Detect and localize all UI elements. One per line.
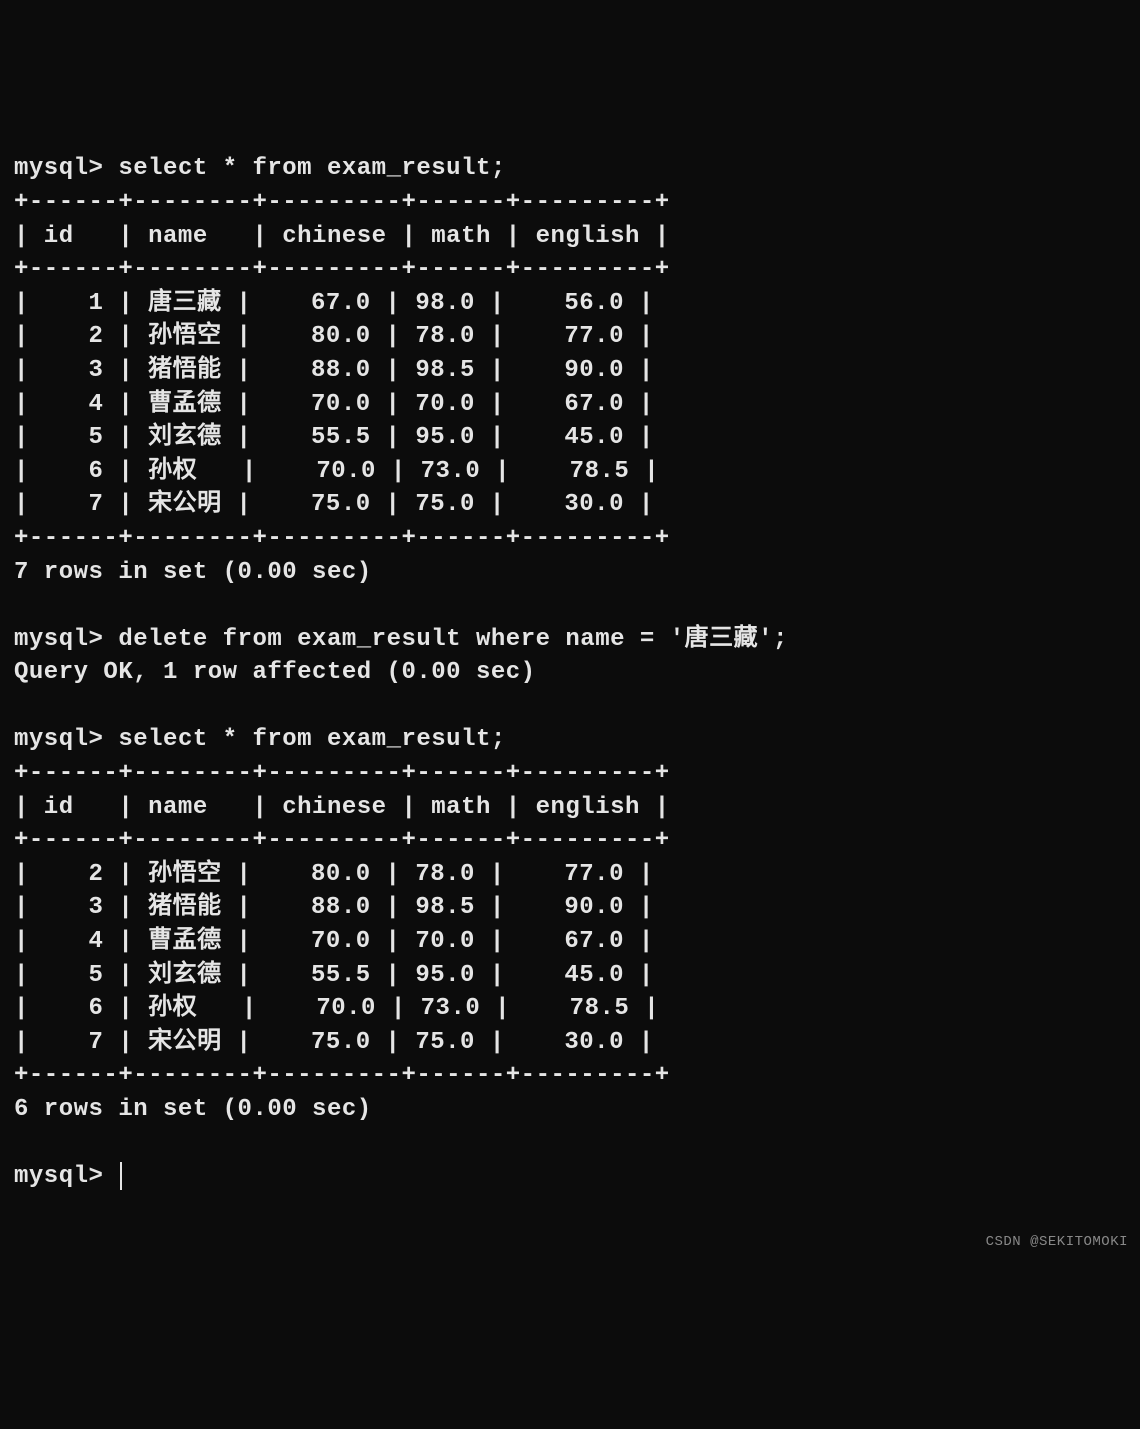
table-row: | 2 | 孙悟空 | 80.0 | 78.0 | 77.0 | [14,861,654,888]
table-row: | 5 | 刘玄德 | 55.5 | 95.0 | 45.0 | [14,424,654,451]
watermark-text: CSDN @SEKITOMOKI [986,1233,1128,1253]
sql-delete-command: delete from exam_result where name = '唐三… [118,626,788,653]
table-row: | 3 | 猪悟能 | 88.0 | 98.5 | 90.0 | [14,894,654,921]
query-result: Query OK, 1 row affected (0.00 sec) [14,659,536,686]
cursor-icon[interactable] [120,1162,122,1190]
table-row: | 7 | 宋公明 | 75.0 | 75.0 | 30.0 | [14,1029,654,1056]
query-result: 7 rows in set (0.00 sec) [14,559,372,586]
table-row: | 6 | 孙权 | 70.0 | 73.0 | 78.5 | [14,995,659,1022]
query-result: 6 rows in set (0.00 sec) [14,1096,372,1123]
mysql-prompt: mysql> [14,626,118,653]
table-row: | 3 | 猪悟能 | 88.0 | 98.5 | 90.0 | [14,357,654,384]
table-border: +------+--------+---------+------+------… [14,760,670,787]
table-border: +------+--------+---------+------+------… [14,1062,670,1089]
table-border: +------+--------+---------+------+------… [14,189,670,216]
mysql-prompt: mysql> [14,726,118,753]
table-row: | 4 | 曹孟德 | 70.0 | 70.0 | 67.0 | [14,391,654,418]
table-row: | 2 | 孙悟空 | 80.0 | 78.0 | 77.0 | [14,323,654,350]
table-row: | 4 | 曹孟德 | 70.0 | 70.0 | 67.0 | [14,928,654,955]
sql-select-command: select * from exam_result; [118,726,505,753]
table-border: +------+--------+---------+------+------… [14,256,670,283]
table-header: | id | name | chinese | math | english | [14,223,670,250]
terminal-output: mysql> select * from exam_result; +-----… [14,152,1126,1193]
sql-select-command: select * from exam_result; [118,155,505,182]
mysql-prompt: mysql> [14,155,118,182]
table-row: | 1 | 唐三藏 | 67.0 | 98.0 | 56.0 | [14,290,654,317]
table-border: +------+--------+---------+------+------… [14,827,670,854]
table-row: | 5 | 刘玄德 | 55.5 | 95.0 | 45.0 | [14,962,654,989]
table-header: | id | name | chinese | math | english | [14,794,670,821]
table-border: +------+--------+---------+------+------… [14,525,670,552]
table-row: | 7 | 宋公明 | 75.0 | 75.0 | 30.0 | [14,491,654,518]
table-row: | 6 | 孙权 | 70.0 | 73.0 | 78.5 | [14,458,659,485]
mysql-prompt[interactable]: mysql> [14,1163,118,1190]
